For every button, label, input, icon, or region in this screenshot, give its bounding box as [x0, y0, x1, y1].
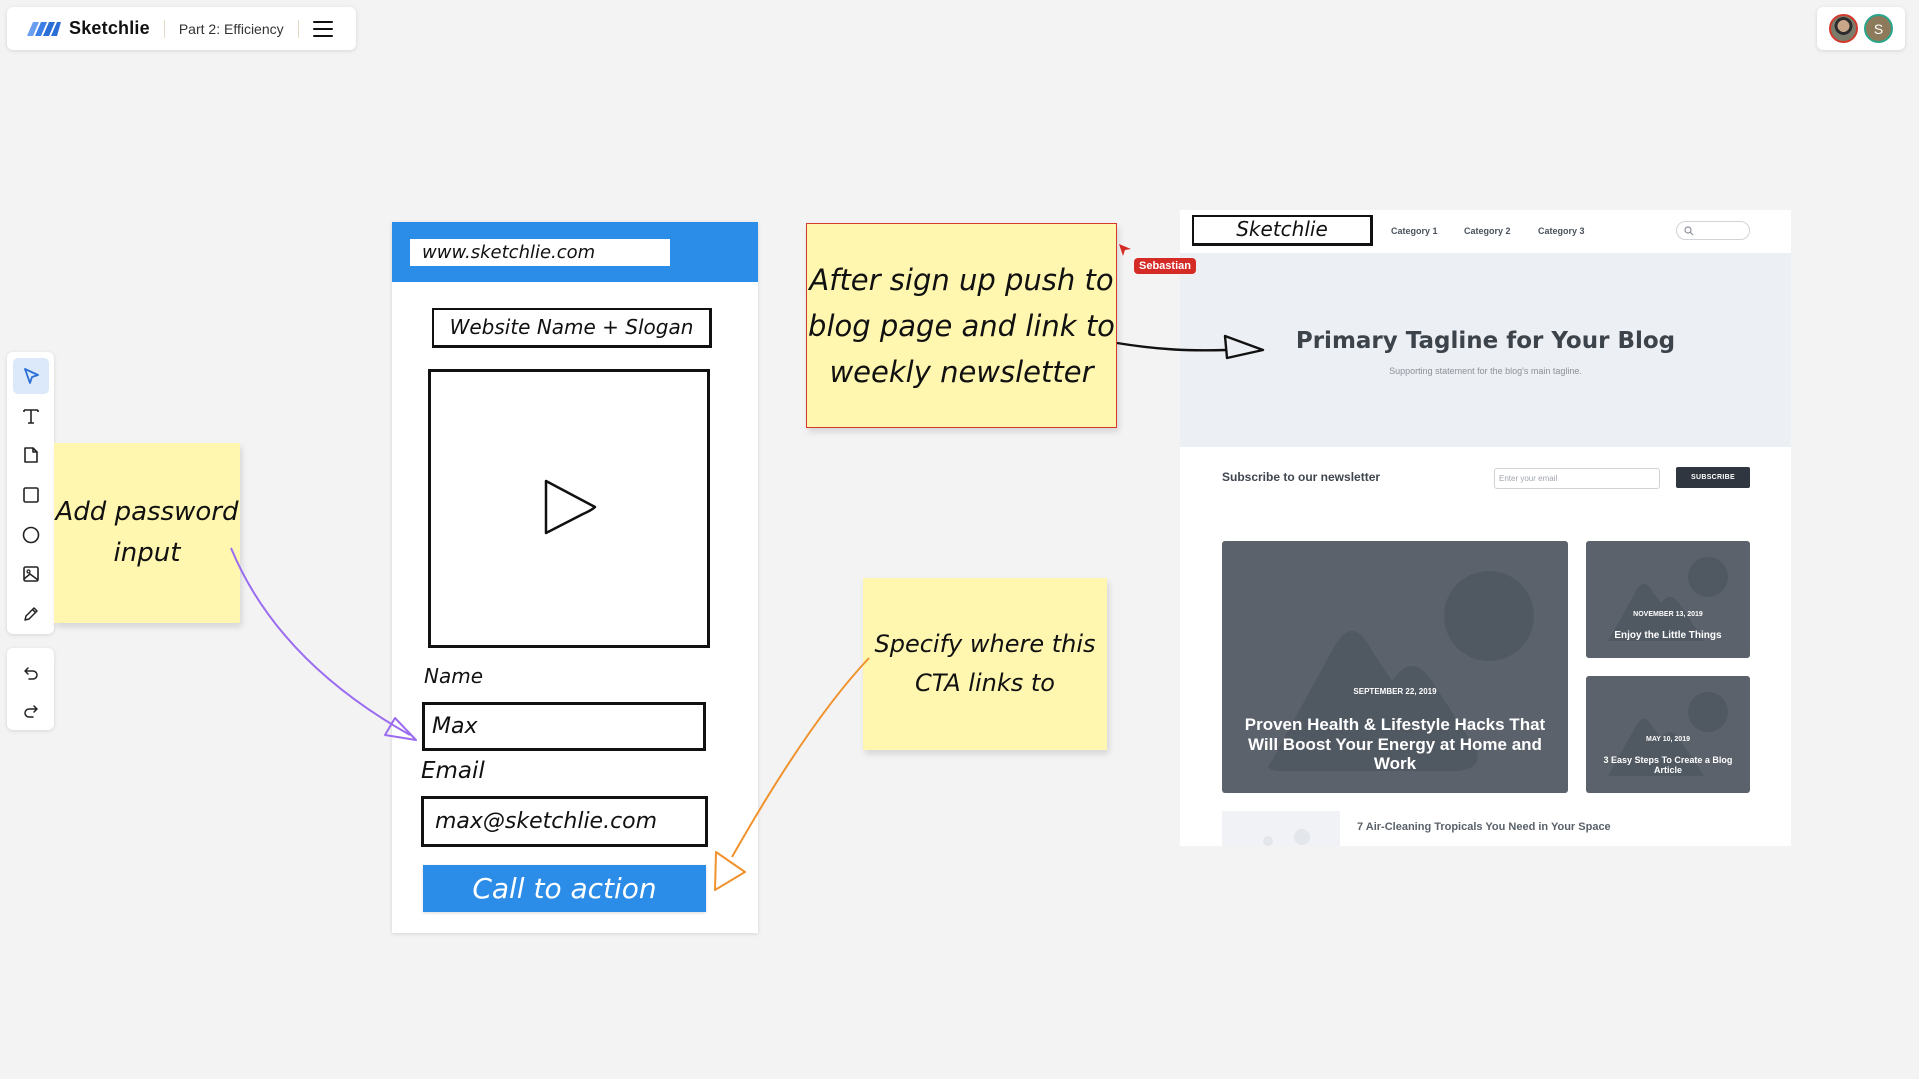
- blog-card[interactable]: NOVEMBER 13, 2019 Enjoy the Little Thing…: [1586, 541, 1750, 658]
- remote-cursor-label: Sebastian: [1134, 258, 1196, 274]
- mobile-header-bar: www.sketchlie.com: [392, 222, 758, 282]
- tool-sticky-note[interactable]: [13, 437, 49, 473]
- pencil-icon: [23, 607, 38, 621]
- sticky-note-text: Specify where this CTA links to: [874, 630, 1096, 697]
- redo-icon: [23, 705, 38, 718]
- top-bar: Sketchlie Part 2: Efficiency: [7, 7, 356, 50]
- blog-tagline: Primary Tagline for Your Blog: [1295, 328, 1676, 354]
- tool-text[interactable]: [13, 398, 49, 434]
- website-slogan-box[interactable]: Website Name + Slogan: [432, 308, 712, 348]
- card-date: NOVEMBER 13, 2019: [1633, 611, 1703, 618]
- sticky-note-text: Add password input: [55, 497, 239, 568]
- name-input[interactable]: Max: [422, 702, 706, 751]
- blog-search-input[interactable]: [1676, 221, 1750, 240]
- connector-arrow-password[interactable]: [230, 547, 417, 741]
- hamburger-menu-icon[interactable]: [312, 20, 333, 37]
- nav-category-2[interactable]: Category 2: [1464, 226, 1511, 236]
- sticky-note-cta[interactable]: Specify where this CTA links to: [863, 578, 1107, 750]
- text-icon: [22, 408, 39, 424]
- tool-select[interactable]: [12, 358, 49, 394]
- avatar[interactable]: [1829, 14, 1858, 43]
- rectangle-icon: [22, 487, 39, 503]
- avatar[interactable]: S: [1864, 14, 1893, 43]
- tool-palette: [7, 352, 54, 634]
- name-label: Name: [424, 664, 484, 688]
- blog-card[interactable]: MAY 10, 2019 3 Easy Steps To Create a Bl…: [1586, 676, 1750, 793]
- tool-pen[interactable]: [13, 596, 49, 632]
- collaborators: S: [1817, 7, 1905, 50]
- undo-icon: [23, 667, 38, 680]
- cursor-arrow-icon: [23, 367, 39, 384]
- sticky-note-blog-push[interactable]: After sign up push to blog page and link …: [806, 223, 1117, 428]
- play-icon: [544, 479, 597, 535]
- divider: [297, 19, 299, 38]
- blog-page-mockup[interactable]: Sketchlie Category 1 Category 2 Category…: [1180, 210, 1791, 846]
- sticky-note-password[interactable]: Add password input: [54, 443, 240, 623]
- card-title: Proven Health & Lifestyle Hacks That Wil…: [1244, 715, 1546, 774]
- video-placeholder[interactable]: [428, 369, 710, 648]
- list-thumbnail: [1222, 811, 1340, 846]
- tool-ellipse[interactable]: [13, 517, 49, 553]
- newsletter-email-input[interactable]: Enter your email: [1494, 468, 1660, 489]
- blog-nav: Sketchlie Category 1 Category 2 Category…: [1180, 210, 1791, 253]
- card-title: 3 Easy Steps To Create a Blog Article: [1603, 755, 1733, 776]
- sketchlie-logo-icon: [27, 21, 61, 36]
- nav-category-1[interactable]: Category 1: [1391, 226, 1438, 236]
- card-date: MAY 10, 2019: [1646, 736, 1690, 743]
- undo-button[interactable]: [13, 656, 49, 690]
- document-title[interactable]: Part 2: Efficiency: [179, 21, 284, 37]
- email-input[interactable]: max@sketchlie.com: [421, 796, 708, 847]
- card-title: Enjoy the Little Things: [1614, 630, 1722, 641]
- divider: [163, 19, 165, 38]
- search-icon: [1684, 226, 1694, 236]
- image-placeholder-icon: [1263, 829, 1310, 846]
- newsletter-label: Subscribe to our newsletter: [1222, 470, 1381, 484]
- blog-supporting-text: Supporting statement for the blog's main…: [1389, 366, 1582, 376]
- image-icon: [22, 566, 39, 583]
- blog-card[interactable]: SEPTEMBER 22, 2019 Proven Health & Lifes…: [1222, 541, 1568, 793]
- history-controls: [7, 648, 54, 730]
- circle-icon: [22, 526, 39, 544]
- tool-rectangle[interactable]: [13, 477, 49, 513]
- redo-button[interactable]: [13, 694, 49, 728]
- tool-image[interactable]: [13, 557, 49, 593]
- blog-hero: Primary Tagline for Your Blog Supporting…: [1180, 253, 1791, 447]
- email-label: Email: [421, 758, 485, 784]
- brand-name: Sketchlie: [69, 18, 150, 38]
- blog-logo[interactable]: Sketchlie: [1192, 215, 1373, 246]
- nav-category-3[interactable]: Category 3: [1538, 226, 1585, 236]
- list-item-title[interactable]: 7 Air-Cleaning Tropicals You Need in You…: [1357, 821, 1611, 833]
- card-date: SEPTEMBER 22, 2019: [1353, 687, 1437, 696]
- sticky-note-text: After sign up push to blog page and link …: [808, 262, 1115, 389]
- mobile-wireframe-frame[interactable]: www.sketchlie.com Website Name + Slogan …: [392, 222, 758, 933]
- sticky-note-icon: [23, 447, 38, 464]
- cta-button[interactable]: Call to action: [423, 865, 706, 912]
- subscribe-button[interactable]: SUBSCRIBE: [1676, 467, 1750, 488]
- url-field[interactable]: www.sketchlie.com: [410, 239, 670, 266]
- remote-cursor-icon: [1119, 244, 1131, 256]
